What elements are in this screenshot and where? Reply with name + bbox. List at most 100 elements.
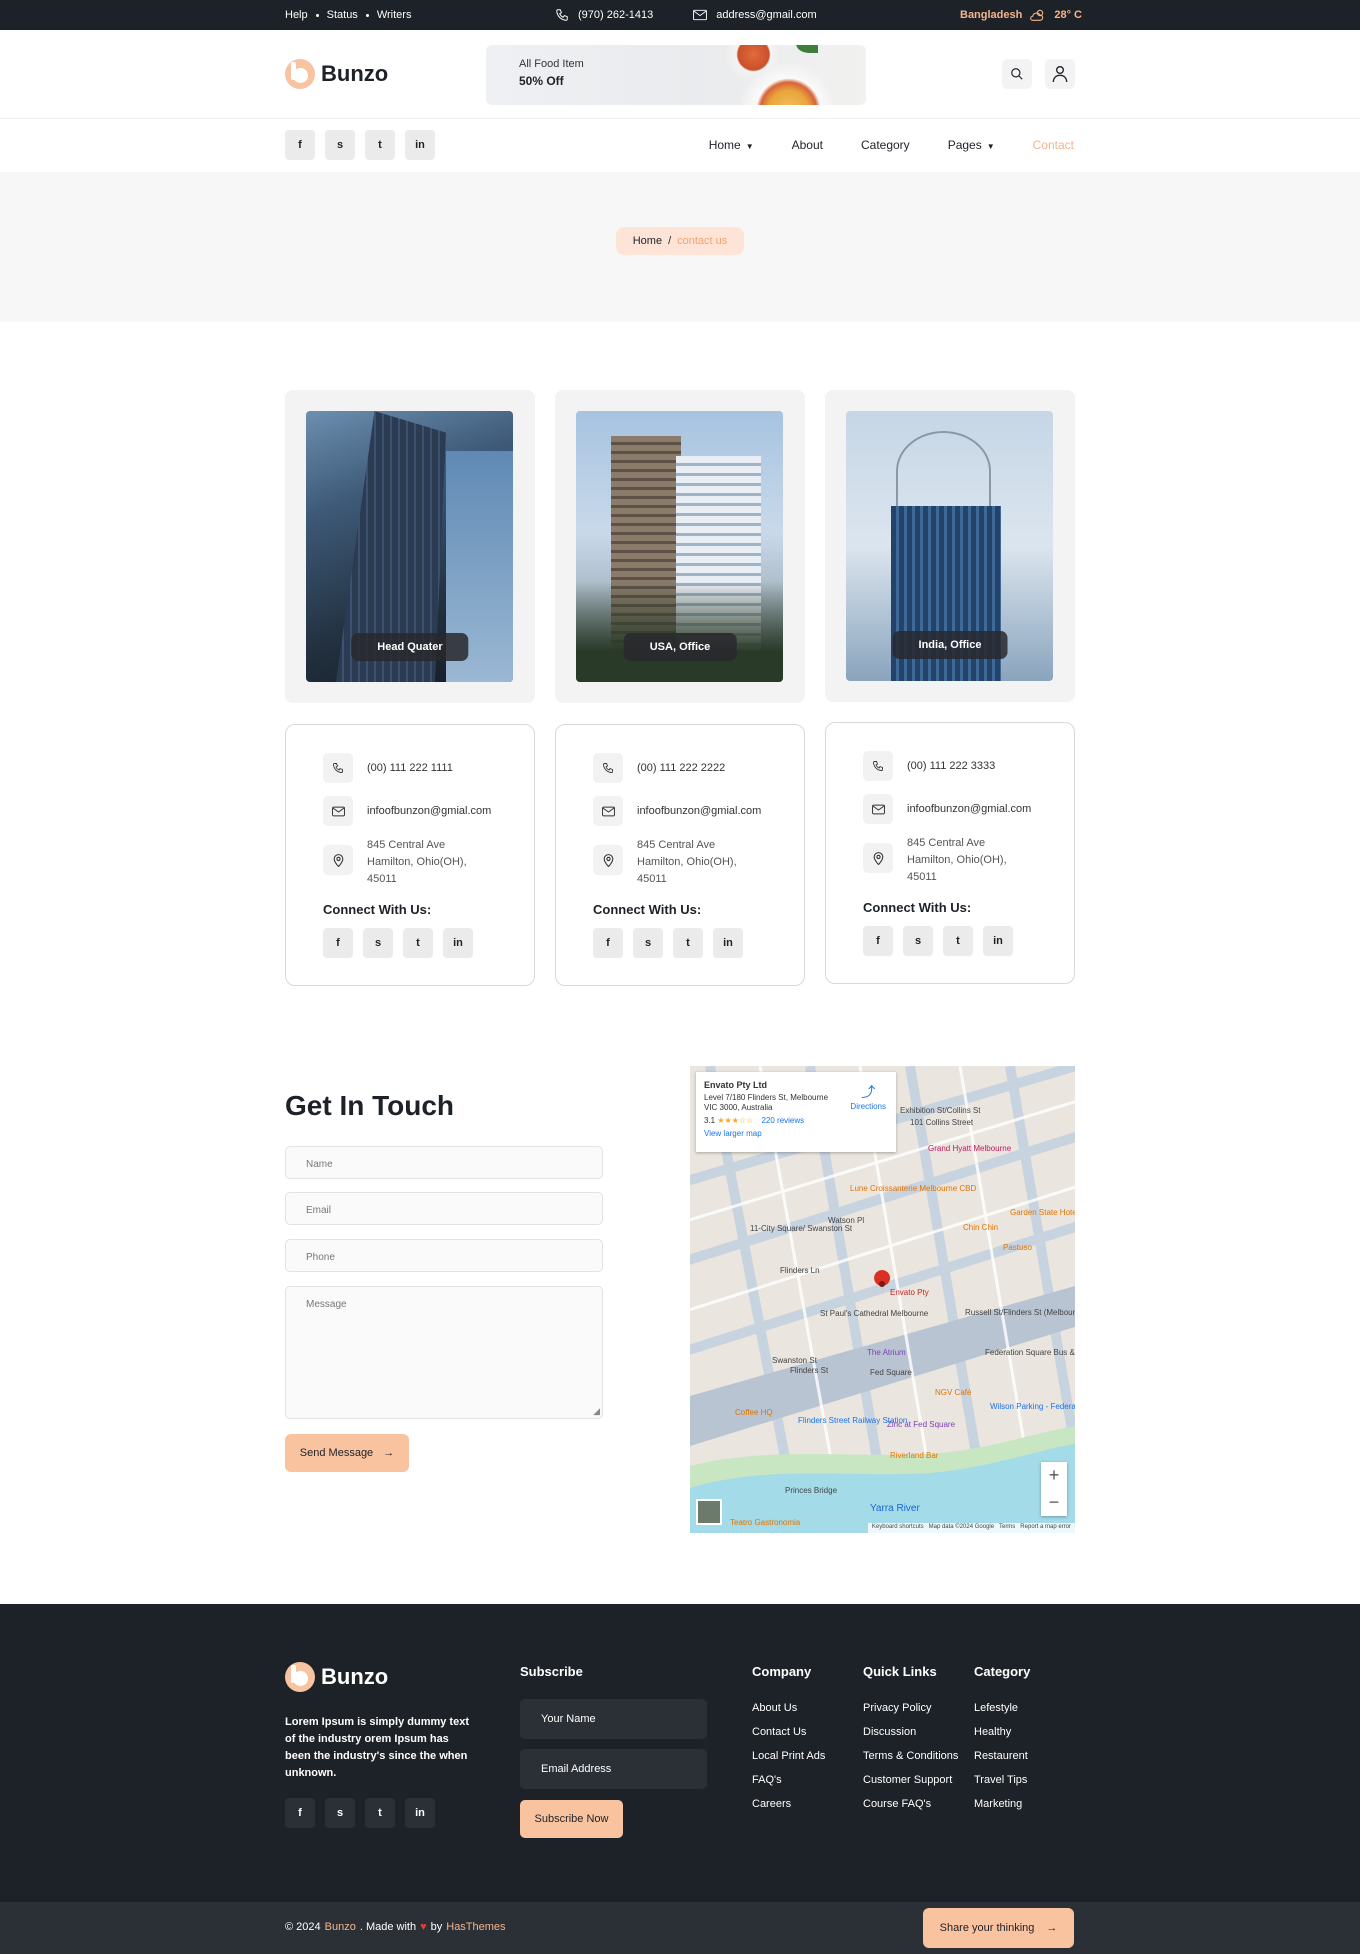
office-email[interactable]: infoofbunzon@gmial.com [863,794,1031,824]
office-phone-text: (00) 111 222 2222 [637,762,726,774]
footer-link[interactable]: FAQ's [752,1768,825,1792]
linkedin-icon[interactable]: in [405,1798,435,1828]
office-label: USA, Office [623,633,737,661]
footer-link[interactable]: Contact Us [752,1720,825,1744]
name-input[interactable]: Name [285,1146,603,1179]
top-email[interactable]: address@gmail.com [693,9,817,21]
skype-icon[interactable]: s [325,130,355,160]
twitter-icon[interactable]: t [943,926,973,956]
message-textarea[interactable]: Message ◢ [285,1286,603,1419]
location-map[interactable]: Envato Pty Ltd Level 7/180 Flinders St, … [690,1066,1075,1533]
footer-logo[interactable]: Bunzo [285,1662,388,1692]
office-address: 845 Central Ave Hamilton, Ohio(OH), 4501… [593,837,747,888]
site-logo[interactable]: Bunzo [285,59,388,89]
footer-link[interactable]: Customer Support [863,1768,958,1792]
resize-handle-icon[interactable]: ◢ [593,1406,600,1417]
nav-about[interactable]: About [792,138,823,152]
office-email-text: infoofbunzon@gmial.com [907,803,1032,815]
share-label: Share your thinking [939,1922,1035,1934]
subscribe-title: Subscribe [520,1664,583,1679]
writers-link[interactable]: Writers [377,9,412,21]
email-input[interactable]: Email [285,1192,603,1225]
map-label: Grand Hyatt Melbourne [928,1144,1012,1153]
zoom-out-button[interactable]: − [1049,1492,1060,1513]
map-label: 11-City Square/ Swanston St [750,1224,853,1233]
office-phone[interactable]: (00) 111 222 2222 [593,753,725,783]
zoom-in-button[interactable]: + [1049,1465,1060,1486]
phone-input[interactable]: Phone [285,1239,603,1272]
facebook-icon[interactable]: f [285,130,315,160]
copyright-text: © 2024 Bunzo . Made with ♥ by HasThemes [285,1921,506,1933]
footer-link[interactable]: Course FAQ's [863,1792,958,1816]
office-email-text: infoofbunzon@gmial.com [367,805,492,817]
office-email[interactable]: infoofbunzon@gmial.com [593,796,761,826]
footer-link[interactable]: Careers [752,1792,825,1816]
office-phone[interactable]: (00) 111 222 1111 [323,753,453,783]
facebook-icon[interactable]: f [863,926,893,956]
breadcrumb-home[interactable]: Home [633,235,662,247]
promo-banner[interactable]: All Food Item 50% Off [486,45,866,105]
share-thinking-button[interactable]: Share your thinking → [923,1908,1074,1948]
brand-link[interactable]: Bunzo [325,1921,356,1933]
send-message-button[interactable]: Send Message → [285,1434,409,1472]
footer-link[interactable]: Discussion [863,1720,958,1744]
subscribe-button[interactable]: Subscribe Now [520,1800,623,1838]
office-email[interactable]: infoofbunzon@gmial.com [323,796,491,826]
nav-home[interactable]: Home ▼ [709,138,754,152]
map-layers-thumbnail[interactable] [696,1499,722,1525]
linkedin-icon[interactable]: in [713,928,743,958]
top-phone[interactable]: (970) 262-1413 [555,8,653,22]
map-label: Flinders Ln [780,1266,820,1275]
linkedin-icon[interactable]: in [983,926,1013,956]
heart-icon: ♥ [420,1921,427,1933]
nav-pages[interactable]: Pages ▼ [948,138,995,152]
chevron-down-icon: ▼ [986,142,995,151]
message-placeholder: Message [306,1299,347,1310]
temperature: 28° C [1054,9,1082,21]
nav-category[interactable]: Category [861,138,910,152]
footer-link[interactable]: Restaurent [974,1744,1028,1768]
status-link[interactable]: Status [327,9,358,21]
directions-button[interactable]: ⤴ Directions [850,1082,886,1111]
linkedin-icon[interactable]: in [405,130,435,160]
map-attribution[interactable]: Keyboard shortcuts Map data ©2024 Google… [867,1523,1075,1533]
twitter-icon[interactable]: t [365,1798,395,1828]
skype-icon[interactable]: s [903,926,933,956]
map-rating: 3.1 [704,1116,716,1125]
linkedin-icon[interactable]: in [443,928,473,958]
subscribe-email-input[interactable]: Email Address [520,1749,707,1789]
footer-link[interactable]: Terms & Conditions [863,1744,958,1768]
view-larger-map-link[interactable]: View larger map [704,1129,888,1138]
footer-link[interactable]: Privacy Policy [863,1696,958,1720]
footer-link[interactable]: About Us [752,1696,825,1720]
map-zoom-controls: + − [1041,1462,1067,1516]
footer-link[interactable]: Healthy [974,1720,1028,1744]
map-reviews-link[interactable]: 220 reviews [761,1116,804,1125]
main-nav: Home ▼ About Category Pages ▼ Contact [709,135,1074,155]
map-info-card: Envato Pty Ltd Level 7/180 Flinders St, … [696,1072,896,1152]
footer-link[interactable]: Marketing [974,1792,1028,1816]
facebook-icon[interactable]: f [285,1798,315,1828]
twitter-icon[interactable]: t [673,928,703,958]
subscribe-name-input[interactable]: Your Name [520,1699,707,1739]
facebook-icon[interactable]: f [593,928,623,958]
twitter-icon[interactable]: t [403,928,433,958]
facebook-icon[interactable]: f [323,928,353,958]
nav-home-label: Home [708,138,741,152]
footer-link[interactable]: Lefestyle [974,1696,1028,1720]
skype-icon[interactable]: s [363,928,393,958]
twitter-icon[interactable]: t [365,130,395,160]
skype-icon[interactable]: s [325,1798,355,1828]
office-phone[interactable]: (00) 111 222 3333 [863,751,995,781]
account-button[interactable] [1045,59,1075,89]
search-button[interactable] [1002,59,1032,89]
skype-icon[interactable]: s [633,928,663,958]
header-social: f s t in [285,130,435,160]
author-link[interactable]: HasThemes [446,1921,505,1933]
footer-link[interactable]: Travel Tips [974,1768,1028,1792]
help-link[interactable]: Help [285,9,308,21]
footer-link[interactable]: Local Print Ads [752,1744,825,1768]
map-label: Teatro Gastronomia [730,1518,801,1527]
nav-contact[interactable]: Contact [1033,138,1074,152]
category-links: Lefestyle Healthy Restaurent Travel Tips… [974,1696,1028,1816]
